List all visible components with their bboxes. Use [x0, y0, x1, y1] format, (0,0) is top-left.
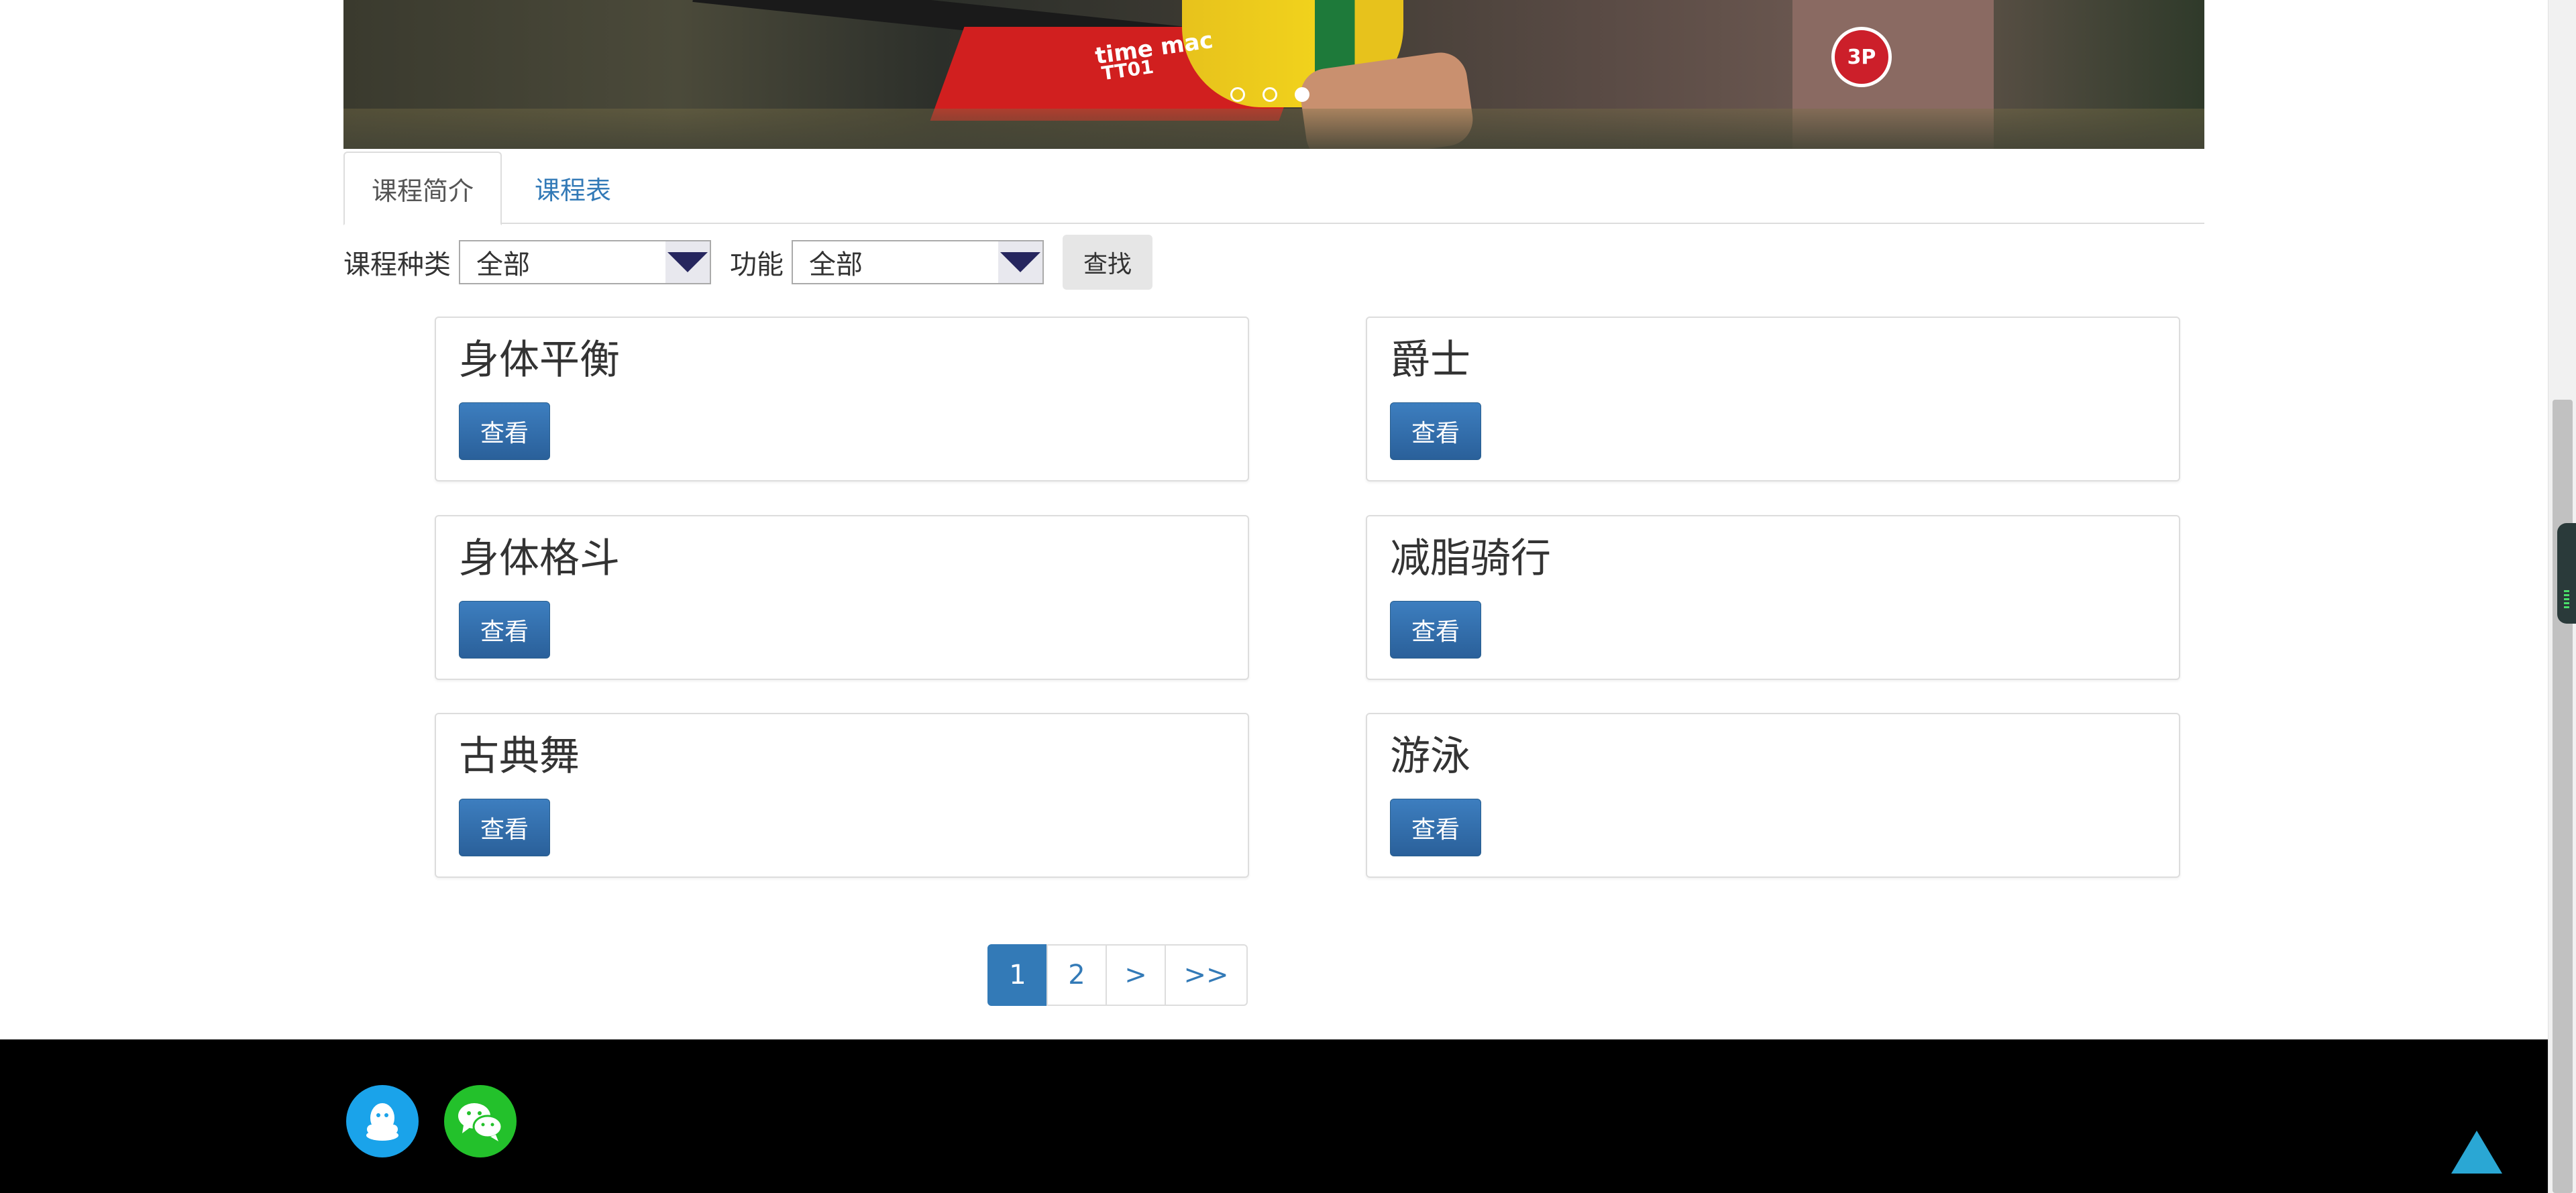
pagination: 1 2 > >>	[987, 944, 1248, 1006]
side-widget[interactable]	[2557, 523, 2576, 624]
course-title: 爵士	[1390, 337, 1470, 384]
course-card: 身体平衡 查看	[435, 317, 1249, 481]
course-title: 古典舞	[459, 733, 580, 780]
chevron-down-icon	[665, 241, 710, 283]
banner-road	[343, 109, 2204, 149]
category-select[interactable]: 全部	[459, 240, 711, 284]
course-title: 减脂骑行	[1390, 535, 1551, 582]
tab-course-schedule[interactable]: 课程表	[508, 152, 638, 224]
filter-bar: 课程种类 全部 功能 全部 查找	[343, 235, 1152, 290]
banner-badge: 3P	[1831, 27, 1892, 87]
search-button[interactable]: 查找	[1063, 235, 1152, 290]
carousel-indicators	[1230, 87, 1309, 102]
category-label: 课程种类	[343, 249, 451, 280]
page-2-button[interactable]: 2	[1046, 944, 1107, 1006]
chevron-down-icon	[998, 241, 1042, 283]
course-title: 身体格斗	[459, 535, 620, 582]
view-course-button[interactable]: 查看	[459, 402, 550, 460]
back-to-top-icon[interactable]	[2450, 1129, 2504, 1175]
scrollbar-thumb[interactable]	[2553, 400, 2573, 1193]
tab-course-intro[interactable]: 课程简介	[343, 152, 502, 225]
course-card: 减脂骑行 查看	[1366, 515, 2180, 680]
course-title: 身体平衡	[459, 337, 620, 384]
signal-bars-icon	[2564, 590, 2569, 610]
next-page-button[interactable]: >	[1106, 944, 1166, 1006]
hero-banner[interactable]: time mac TT01 3P	[343, 0, 2204, 149]
course-card: 爵士 查看	[1366, 317, 2180, 481]
page-1-button[interactable]: 1	[987, 944, 1048, 1006]
wechat-icon[interactable]	[444, 1085, 517, 1157]
carousel-dot-3[interactable]	[1295, 87, 1309, 102]
qq-icon[interactable]	[346, 1085, 419, 1157]
function-label: 功能	[730, 249, 784, 280]
view-course-button[interactable]: 查看	[1390, 601, 1481, 659]
view-course-button[interactable]: 查看	[1390, 402, 1481, 460]
view-course-button[interactable]: 查看	[1390, 799, 1481, 856]
last-page-button[interactable]: >>	[1165, 944, 1248, 1006]
page: time mac TT01 3P 课程简介 课程表 课程种类 全部 功能 全部 …	[0, 0, 2576, 1193]
category-select-value: 全部	[476, 249, 530, 280]
view-course-button[interactable]: 查看	[459, 799, 550, 856]
course-title: 游泳	[1390, 733, 1470, 780]
course-card: 身体格斗 查看	[435, 515, 1249, 680]
carousel-dot-2[interactable]	[1263, 87, 1277, 102]
function-select[interactable]: 全部	[792, 240, 1044, 284]
carousel-dot-1[interactable]	[1230, 87, 1245, 102]
course-card: 古典舞 查看	[435, 713, 1249, 878]
view-course-button[interactable]: 查看	[459, 601, 550, 659]
function-select-value: 全部	[809, 249, 863, 280]
course-card: 游泳 查看	[1366, 713, 2180, 878]
course-tabs: 课程简介 课程表	[343, 149, 2204, 225]
